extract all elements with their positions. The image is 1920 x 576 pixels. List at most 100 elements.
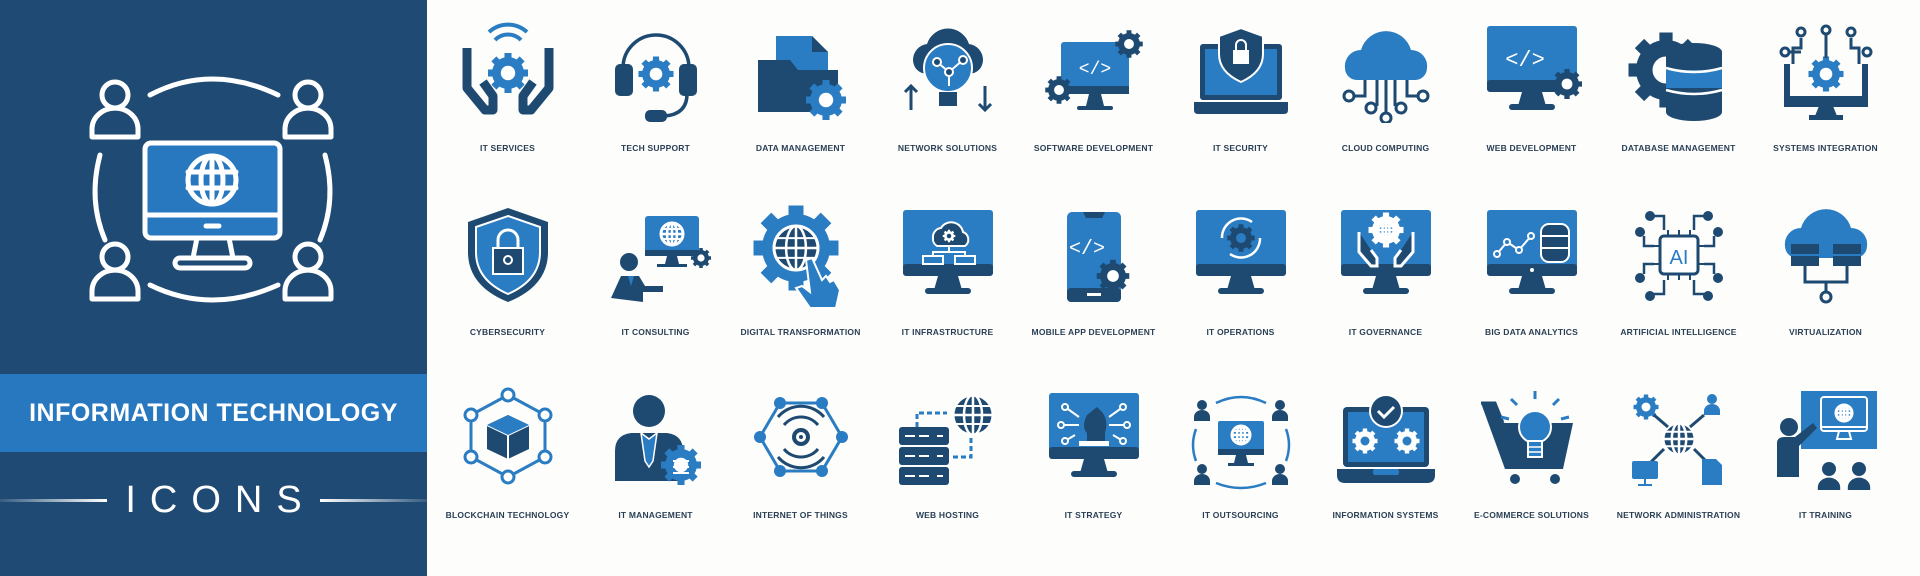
person-icon (89, 79, 141, 140)
icon-tile: IT STRATEGY (1021, 385, 1166, 520)
icon-tile: CYBERSECURITY (435, 202, 580, 337)
svg-text:AI: AI (1669, 247, 1688, 269)
icon-label: NETWORK ADMINISTRATION (1616, 510, 1741, 520)
title-panel: INFORMATION TECHNOLOGY ICONS (0, 0, 427, 576)
icon-label: E-COMMERCE SOLUTIONS (1474, 510, 1589, 520)
icon-label: INFORMATION SYSTEMS (1332, 510, 1439, 520)
icon-tile: </> WEB DEVELOPMENT (1459, 18, 1604, 153)
headset-gear-icon (614, 33, 697, 122)
icon-tile: IT SECURITY (1168, 18, 1313, 153)
icon-tile: NETWORK SOLUTIONS (875, 18, 1020, 153)
cube-hexagon-nodes-icon (463, 387, 552, 485)
icon-tile: IT INFRASTRUCTURE (875, 202, 1020, 337)
icon-label: BLOCKCHAIN TECHNOLOGY (445, 510, 570, 520)
cart-bulb-icon (1480, 391, 1573, 484)
person-icon (282, 241, 334, 302)
icon-label: SOFTWARE DEVELOPMENT (1033, 143, 1154, 153)
subtitle-row: ICONS (0, 470, 427, 530)
divider-left (0, 498, 108, 502)
title-text: INFORMATION TECHNOLOGY (29, 398, 398, 427)
icon-tile: IT CONSULTING (583, 202, 728, 337)
icon-label: WEB HOSTING (915, 510, 980, 520)
icon-label: IT CONSULTING (621, 327, 690, 337)
icon-tile: SYSTEMS INTEGRATION (1753, 18, 1898, 153)
laptop-shield-lock-icon (1193, 26, 1288, 114)
person-icon (282, 79, 334, 140)
icon-label: IT SERVICES (480, 143, 535, 153)
icon-label: TECH SUPPORT (621, 143, 690, 153)
icon-label: WEB DEVELOPMENT (1486, 143, 1577, 153)
svg-text:</>: </> (1078, 60, 1110, 80)
icon-label: DATA MANAGEMENT (755, 143, 846, 153)
icon-tile: DIGITAL TRANSFORMATION (728, 202, 873, 337)
icon-tile: VIRTUALIZATION (1753, 202, 1898, 337)
icon-label: IT INFRASTRUCTURE (901, 327, 994, 337)
icon-tile: NETWORK ADMINISTRATION (1606, 385, 1751, 520)
icon-tile: IT OPERATIONS (1168, 202, 1313, 337)
icon-tile: AI ARTIFICIAL INTELLIGENCE (1606, 202, 1751, 337)
monitor-cloud-hierarchy-icon (902, 210, 993, 294)
icon-label: ARTIFICIAL INTELLIGENCE (1620, 327, 1737, 337)
presenter-board-audience-icon (1776, 391, 1877, 490)
icon-tile: TECH SUPPORT (583, 18, 728, 153)
monitor-hands-globe-icon (1340, 210, 1431, 294)
shield-lock-icon (467, 208, 548, 302)
icon-label: BIG DATA ANALYTICS (1484, 327, 1578, 337)
icon-label: IT SECURITY (1212, 143, 1269, 153)
title-band: INFORMATION TECHNOLOGY (0, 374, 427, 452)
icon-label: MOBILE APP DEVELOPMENT (1031, 327, 1156, 337)
icon-tile: </> SOFTWARE DEVELOPMENT (1021, 18, 1166, 153)
icon-label: INTERNET OF THINGS (753, 510, 848, 520)
icon-tile: BIG DATA ANALYTICS (1459, 202, 1604, 337)
icon-tile: IT TRAINING (1753, 385, 1898, 520)
laptop-gears-check-icon (1336, 394, 1435, 483)
icon-tile: IT SERVICES (435, 18, 580, 153)
divider-right (319, 498, 427, 502)
icon-label: IT STRATEGY (1064, 510, 1123, 520)
monitor-code-gear-icon: </> (1486, 26, 1582, 110)
hexagon-signal-icon (753, 397, 848, 477)
icon-tile: INTERNET OF THINGS (728, 385, 873, 520)
businessman-gear-icon (614, 395, 701, 485)
icon-tile: WEB HOSTING (875, 385, 1020, 520)
ai-chip-icon: AI (1634, 211, 1723, 301)
icon-grid: IT SERVICES TECH SUPPORT DATA MANAGEMENT NE… (435, 0, 1920, 576)
icon-label: VIRTUALIZATION (1789, 327, 1862, 337)
monitor-gear-circuit-icon (1779, 24, 1872, 120)
icon-tile: </> MOBILE APP DEVELOPMENT (1021, 202, 1166, 337)
svg-text:</>: </> (1505, 48, 1545, 73)
monitor-code-gears-icon: </> (1044, 30, 1143, 110)
icon-label: DIGITAL TRANSFORMATION (740, 327, 861, 337)
icon-label: IT GOVERNANCE (1348, 327, 1423, 337)
icon-tile: IT MANAGEMENT (583, 385, 728, 520)
icon-label: IT OUTSOURCING (1202, 510, 1279, 520)
person-icon (89, 241, 141, 302)
subtitle-text: ICONS (125, 478, 316, 521)
icon-label: IT OPERATIONS (1206, 327, 1275, 337)
cloud-servers-icon (1784, 209, 1867, 304)
icon-label: CLOUD COMPUTING (1341, 143, 1430, 153)
icon-tile: BLOCKCHAIN TECHNOLOGY (435, 385, 580, 520)
globe-network-nodes-icon (1631, 394, 1722, 486)
icon-tile: DATABASE MANAGEMENT (1606, 18, 1751, 153)
person-monitor-globe-icon (610, 216, 711, 302)
monitor-chess-knight-icon (1048, 393, 1139, 477)
monitor-chart-database-icon (1486, 210, 1577, 294)
icon-tile: IT OUTSOURCING (1168, 385, 1313, 520)
database-gear-icon (1628, 32, 1722, 121)
icon-tile: DATA MANAGEMENT (728, 18, 873, 153)
cloud-bulb-network-icon (903, 28, 992, 113)
svg-text:</>: </> (1068, 238, 1104, 261)
icon-label: NETWORK SOLUTIONS (897, 143, 998, 153)
icon-label: SYSTEMS INTEGRATION (1773, 143, 1878, 153)
icon-label: DATABASE MANAGEMENT (1621, 143, 1736, 153)
gear-globe-hand-icon (753, 205, 841, 307)
icon-tile: INFORMATION SYSTEMS (1313, 385, 1458, 520)
monitor-gear-cycle-icon (1195, 210, 1286, 294)
hands-gear-wifi-icon (462, 22, 553, 115)
folder-gear-icon (757, 36, 846, 120)
monitor-globe-people-icon (89, 76, 334, 303)
icon-label: IT TRAINING (1798, 510, 1853, 520)
icon-tile: CLOUD COMPUTING (1313, 18, 1458, 153)
monitor-globe-people-icon (1191, 395, 1290, 490)
